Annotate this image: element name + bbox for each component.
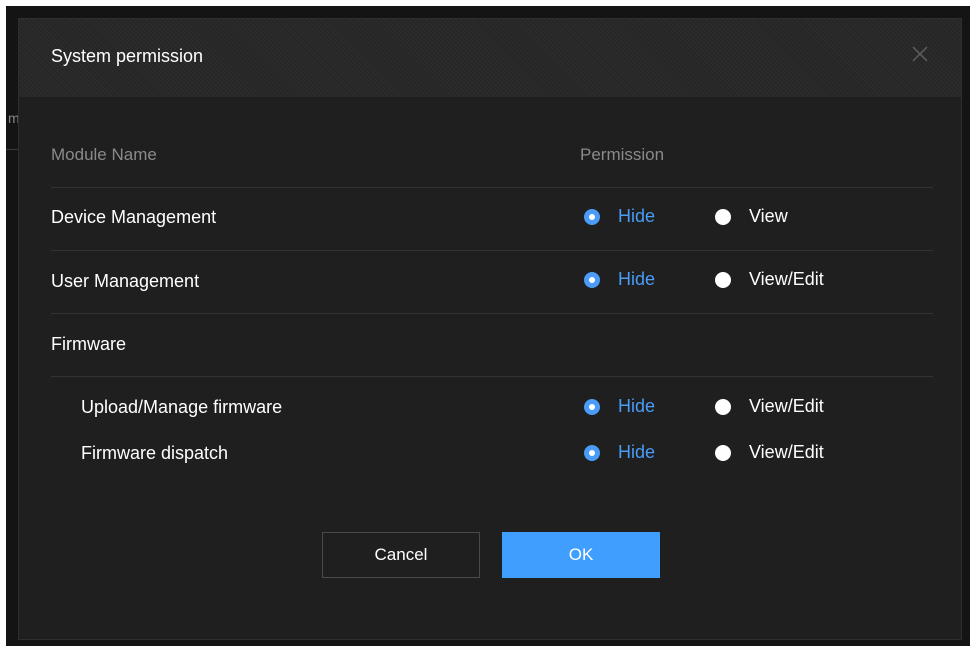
radio-dot (715, 271, 731, 288)
radio-label: Hide (618, 396, 656, 416)
system-permission-dialog: System permission Module Name Permission… (18, 18, 962, 640)
radio-dot (715, 208, 731, 225)
radio-label: View/Edit (749, 269, 824, 289)
dialog-title: System permission (51, 46, 204, 66)
row-label: Upload/Manage firmware (81, 397, 283, 417)
radio-user-management-view-edit[interactable]: View/Edit (715, 269, 824, 290)
radio-label: View/Edit (749, 442, 824, 462)
radio-dot (715, 444, 731, 461)
table-header: Module Name Permission (51, 133, 933, 188)
radio-upload-firmware-hide[interactable]: Hide (584, 396, 655, 417)
permission-row-user-management: User Management Hide View/Edit (51, 250, 933, 314)
radio-dot (584, 444, 600, 461)
radio-dot (584, 271, 600, 288)
radio-dot (584, 208, 600, 225)
radio-user-management-hide[interactable]: Hide (584, 269, 655, 290)
radio-dot (715, 398, 731, 415)
group-label: Firmware (51, 334, 126, 354)
dialog-header: System permission (19, 19, 961, 97)
row-label: Firmware dispatch (81, 443, 229, 463)
radio-firmware-dispatch-view-edit[interactable]: View/Edit (715, 442, 824, 463)
radio-dot (584, 398, 600, 415)
permission-row-firmware-dispatch: Firmware dispatch Hide View/Edit (51, 422, 933, 468)
permission-row-device-management: Device Management Hide View (51, 187, 933, 251)
column-header-module: Module Name (51, 145, 157, 164)
cancel-button[interactable]: Cancel (322, 532, 480, 578)
radio-label: Hide (618, 206, 656, 226)
radio-firmware-dispatch-hide[interactable]: Hide (584, 442, 655, 463)
radio-device-management-view[interactable]: View (715, 206, 788, 227)
radio-label: View/Edit (749, 396, 824, 416)
ok-button[interactable]: OK (502, 532, 660, 578)
backdrop-divider (6, 149, 18, 150)
row-label: Device Management (51, 207, 217, 227)
row-label: User Management (51, 271, 200, 291)
column-header-permission: Permission (580, 145, 665, 164)
radio-label: Hide (618, 442, 656, 462)
radio-label: View (749, 206, 788, 226)
close-icon[interactable] (911, 45, 929, 63)
radio-upload-firmware-view-edit[interactable]: View/Edit (715, 396, 824, 417)
permission-row-upload-manage-firmware: Upload/Manage firmware Hide View/Edit (51, 376, 933, 422)
permission-group-firmware: Firmware (51, 313, 933, 377)
radio-label: Hide (618, 269, 656, 289)
radio-device-management-hide[interactable]: Hide (584, 206, 655, 227)
